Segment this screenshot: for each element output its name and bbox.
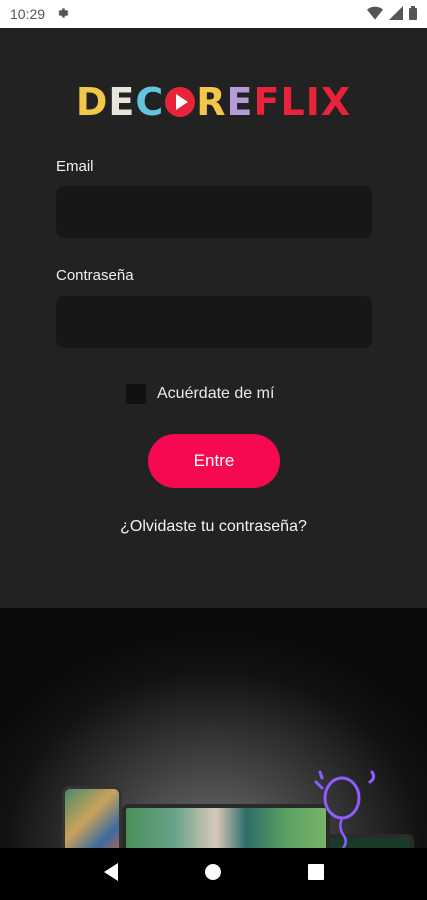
phone-mockup-image — [62, 786, 122, 848]
login-button[interactable]: Entre — [148, 434, 280, 488]
logo-letter-e: E — [108, 80, 136, 124]
status-time: 10:29 — [10, 6, 46, 22]
password-field[interactable] — [56, 296, 372, 348]
laptop-mockup-image — [122, 804, 330, 848]
remember-me-label[interactable]: Acuérdate de mí — [157, 385, 274, 403]
status-bar: 10:29 — [0, 0, 427, 28]
remember-me-row[interactable]: Acuérdate de mí — [126, 384, 274, 404]
logo-letter-r: R — [196, 80, 227, 124]
play-icon — [165, 86, 196, 117]
recents-icon[interactable] — [307, 863, 325, 886]
logo-letter-e2: E — [226, 80, 254, 124]
wifi-icon — [367, 6, 383, 23]
logo-letter-f: F — [253, 80, 281, 124]
login-area: DEC REFLIX Email Contraseña Acuérdate de … — [0, 28, 427, 608]
back-icon[interactable] — [102, 862, 120, 887]
promo-banner — [0, 608, 427, 848]
balloon-icon — [314, 770, 376, 848]
system-nav-bar — [0, 848, 427, 900]
password-label: Contraseña — [56, 267, 134, 284]
logo-letter-i: I — [305, 80, 321, 124]
logo-letter-d: D — [75, 80, 109, 124]
gear-icon — [55, 6, 69, 23]
logo-letter-l: L — [280, 80, 306, 124]
battery-icon — [409, 5, 417, 23]
logo-letter-c: C — [135, 80, 165, 124]
home-icon[interactable] — [203, 862, 223, 887]
app-logo: DEC REFLIX — [0, 80, 427, 124]
logo-letter-x: X — [320, 80, 352, 124]
signal-icon — [389, 5, 403, 23]
email-field[interactable] — [56, 186, 372, 238]
forgot-password-link[interactable]: ¿Olvidaste tu contraseña? — [0, 518, 427, 536]
email-label: Email — [56, 158, 94, 175]
remember-me-checkbox[interactable] — [126, 384, 146, 404]
